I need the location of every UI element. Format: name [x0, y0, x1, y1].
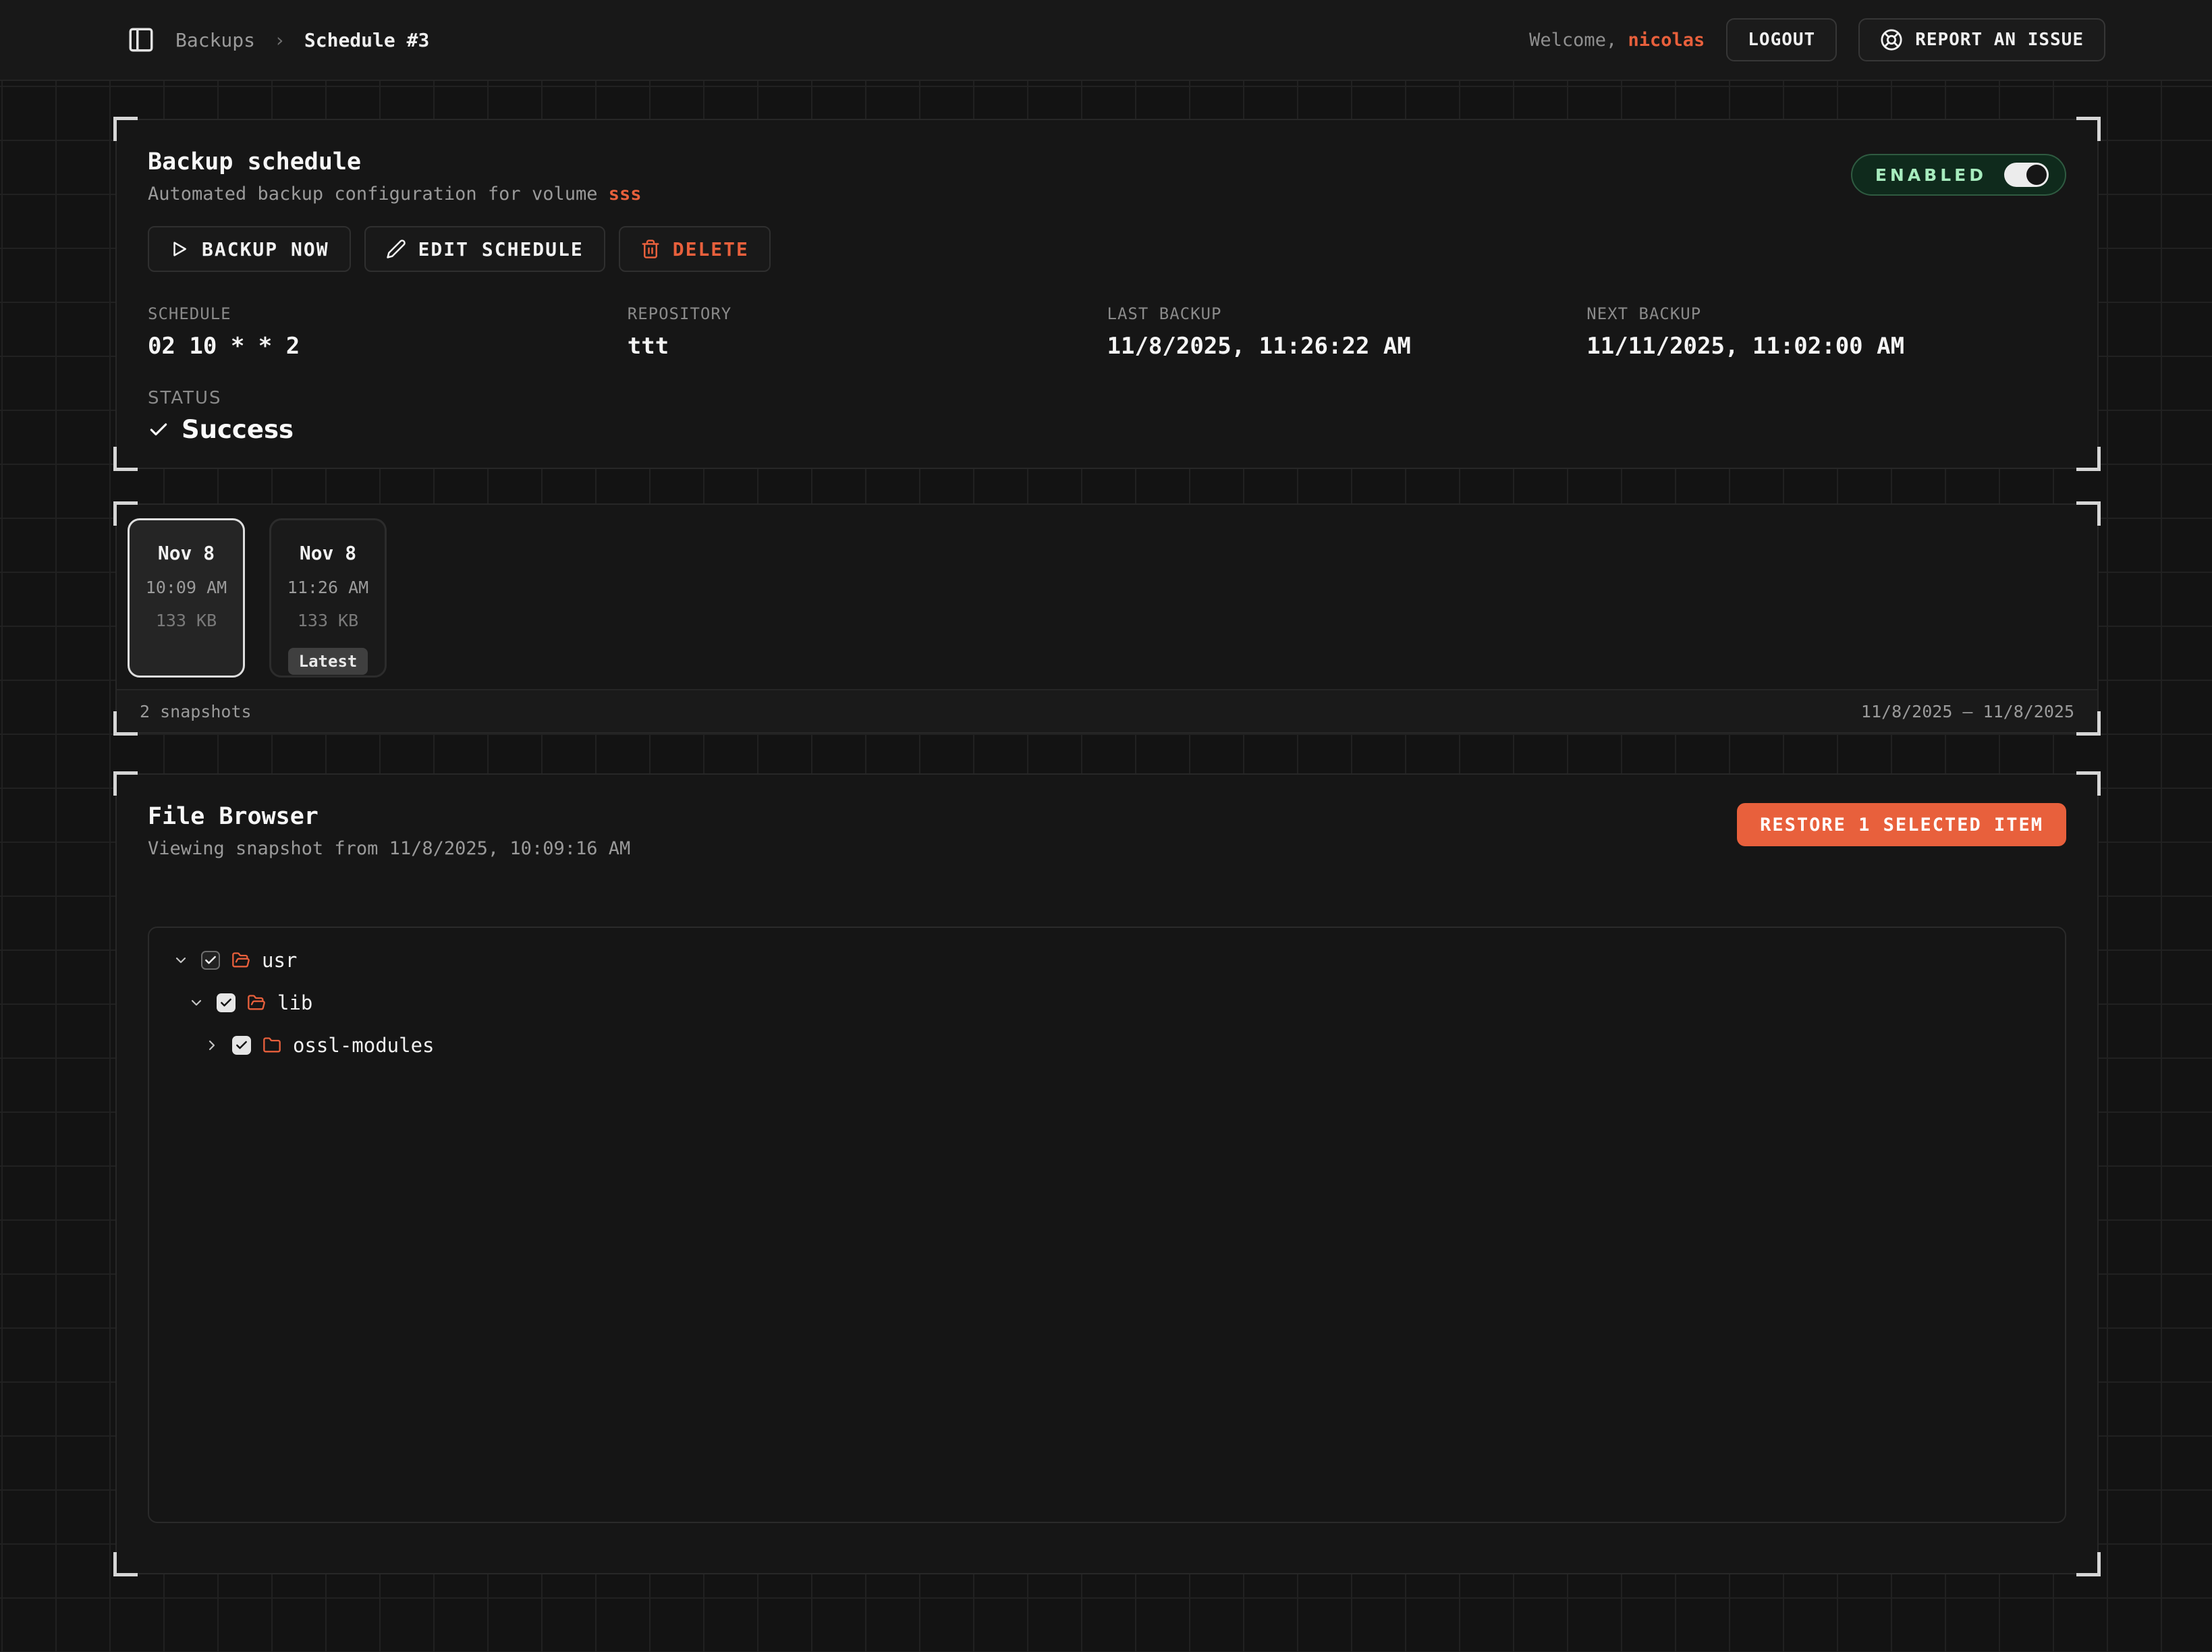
field-label: LAST BACKUP — [1107, 304, 1587, 323]
welcome-prefix: Welcome, — [1529, 30, 1617, 51]
corner-bracket — [113, 711, 138, 736]
life-buoy-icon — [1880, 28, 1903, 51]
backup-now-label: BACKUP NOW — [202, 238, 329, 260]
corner-bracket — [2076, 501, 2101, 526]
check-icon — [148, 419, 169, 441]
snapshot-count: 2 snapshots — [140, 702, 252, 721]
field-label: SCHEDULE — [148, 304, 628, 323]
play-icon — [169, 239, 190, 259]
backup-now-button[interactable]: BACKUP NOW — [148, 226, 351, 272]
breadcrumb-separator: › — [274, 29, 285, 51]
corner-bracket — [2076, 117, 2101, 141]
checkbox-ossl-modules[interactable] — [232, 1036, 251, 1055]
snapshot-card-latest[interactable]: Nov 8 11:26 AM 133 KB Latest — [269, 518, 387, 678]
trash-icon — [640, 239, 661, 259]
snapshot-date: Nov 8 — [300, 542, 356, 564]
volume-name: sss — [609, 184, 642, 204]
folder-icon — [262, 1036, 281, 1055]
snapshots-section: Nov 8 10:09 AM 133 KB Nov 8 11:26 AM 133… — [115, 503, 2099, 734]
panel-left-icon — [127, 26, 155, 54]
field-repository: REPOSITORY ttt — [628, 304, 1107, 360]
breadcrumb: Backups › Schedule #3 — [126, 24, 429, 55]
schedule-card-subtitle: Automated backup configuration for volum… — [148, 184, 642, 204]
field-schedule: SCHEDULE 02 10 * * 2 — [148, 304, 628, 360]
tree-label: ossl-modules — [293, 1034, 435, 1057]
chevron-right-icon[interactable] — [203, 1037, 221, 1053]
top-bar: Backups › Schedule #3 Welcome, nicolas L… — [0, 0, 2212, 81]
backup-schedule-card: Backup schedule Automated backup configu… — [115, 119, 2099, 469]
report-issue-button[interactable]: REPORT AN ISSUE — [1858, 18, 2105, 61]
enabled-toggle[interactable]: ENABLED — [1851, 154, 2066, 196]
corner-bracket — [113, 501, 138, 526]
file-browser-title: File Browser — [148, 803, 630, 830]
pencil-icon — [386, 239, 406, 259]
breadcrumb-current: Schedule #3 — [304, 29, 429, 51]
field-value: 02 10 * * 2 — [148, 333, 628, 360]
file-tree: usr lib ossl-modules — [148, 927, 2066, 1523]
schedule-fields: SCHEDULE 02 10 * * 2 REPOSITORY ttt LAST… — [148, 304, 2066, 360]
snapshot-strip: Nov 8 10:09 AM 133 KB Nov 8 11:26 AM 133… — [117, 505, 2097, 689]
breadcrumb-parent[interactable]: Backups — [175, 29, 255, 51]
logout-button[interactable]: LOGOUT — [1726, 18, 1837, 61]
edit-schedule-label: EDIT SCHEDULE — [418, 238, 584, 260]
tree-label: lib — [277, 991, 312, 1014]
welcome-text: Welcome, nicolas — [1529, 30, 1705, 51]
field-label: NEXT BACKUP — [1586, 304, 2066, 323]
toggle-switch[interactable] — [2004, 163, 2049, 187]
snapshot-size: 133 KB — [156, 611, 217, 630]
subtitle-prefix: Automated backup configuration for volum… — [148, 184, 609, 204]
checkbox-usr[interactable] — [201, 951, 220, 970]
latest-badge: Latest — [288, 648, 368, 675]
snapshot-card-selected[interactable]: Nov 8 10:09 AM 133 KB — [128, 518, 245, 678]
tree-label: usr — [262, 949, 297, 972]
corner-bracket — [2076, 1552, 2101, 1576]
tree-row-ossl-modules[interactable]: ossl-modules — [149, 1024, 2065, 1066]
chevron-down-icon[interactable] — [188, 995, 205, 1011]
delete-button[interactable]: DELETE — [619, 226, 771, 272]
corner-bracket — [113, 1552, 138, 1576]
file-browser-subtitle: Viewing snapshot from 11/8/2025, 10:09:1… — [148, 838, 630, 859]
field-next-backup: NEXT BACKUP 11/11/2025, 11:02:00 AM — [1586, 304, 2066, 360]
sidebar-toggle-button[interactable] — [126, 24, 157, 55]
tree-row-lib[interactable]: lib — [149, 981, 2065, 1024]
enabled-label: ENABLED — [1875, 165, 1987, 185]
report-issue-label: REPORT AN ISSUE — [1915, 30, 2084, 50]
snapshot-time: 11:26 AM — [287, 578, 368, 597]
schedule-card-title: Backup schedule — [148, 148, 642, 175]
status-text: Success — [182, 415, 294, 444]
field-value: 11/11/2025, 11:02:00 AM — [1586, 333, 2066, 360]
field-label: REPOSITORY — [628, 304, 1107, 323]
status-label: STATUS — [148, 388, 2066, 408]
field-value: 11/8/2025, 11:26:22 AM — [1107, 333, 1587, 360]
folder-open-icon — [247, 993, 266, 1012]
snapshot-date-range: 11/8/2025 – 11/8/2025 — [1861, 702, 2074, 721]
corner-bracket — [2076, 711, 2101, 736]
corner-bracket — [113, 117, 138, 141]
snapshots-footer: 2 snapshots 11/8/2025 – 11/8/2025 — [117, 689, 2097, 732]
field-last-backup: LAST BACKUP 11/8/2025, 11:26:22 AM — [1107, 304, 1587, 360]
file-browser-card: File Browser Viewing snapshot from 11/8/… — [115, 773, 2099, 1574]
restore-selected-button[interactable]: RESTORE 1 SELECTED ITEM — [1737, 803, 2066, 846]
toggle-knob — [2026, 165, 2047, 185]
status-block: STATUS Success — [148, 388, 2066, 444]
username: nicolas — [1628, 30, 1705, 51]
corner-bracket — [113, 771, 138, 796]
checkbox-lib[interactable] — [217, 993, 236, 1012]
folder-open-icon — [231, 951, 250, 970]
restore-label: RESTORE 1 SELECTED ITEM — [1760, 815, 2043, 835]
corner-bracket — [2076, 771, 2101, 796]
corner-bracket — [2076, 447, 2101, 471]
logout-label: LOGOUT — [1748, 30, 1815, 50]
field-value: ttt — [628, 333, 1107, 360]
snapshot-size: 133 KB — [298, 611, 358, 630]
delete-label: DELETE — [673, 238, 749, 260]
snapshot-date: Nov 8 — [158, 542, 215, 564]
snapshot-time: 10:09 AM — [146, 578, 227, 597]
tree-row-usr[interactable]: usr — [149, 939, 2065, 981]
corner-bracket — [113, 447, 138, 471]
status-value: Success — [148, 415, 2066, 444]
edit-schedule-button[interactable]: EDIT SCHEDULE — [364, 226, 605, 272]
chevron-down-icon[interactable] — [172, 952, 190, 968]
